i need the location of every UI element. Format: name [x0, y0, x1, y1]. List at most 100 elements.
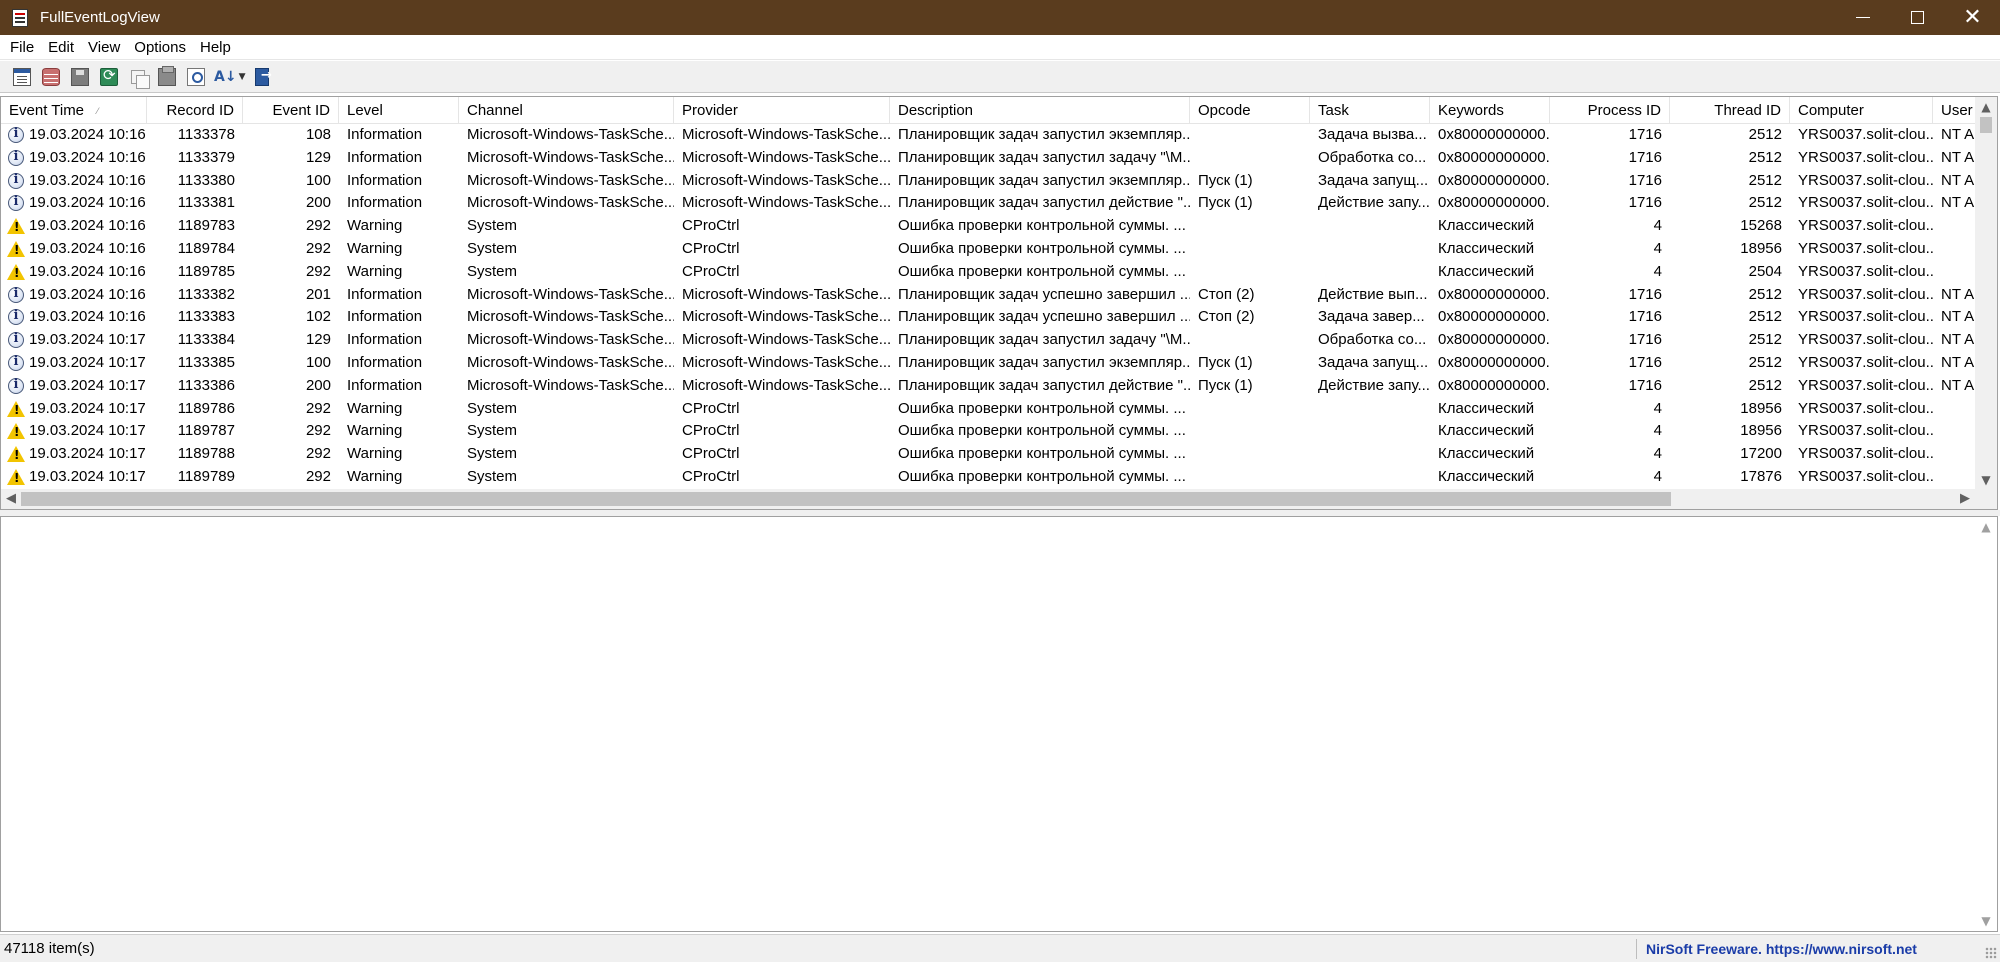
resize-grip-icon[interactable] — [1985, 947, 1997, 959]
cell-tid: 2512 — [1748, 126, 1782, 143]
column-header-time[interactable]: Event Time — [1, 97, 147, 124]
nirsoft-link[interactable]: NirSoft Freeware. https://www.nirsoft.ne… — [1646, 935, 1917, 962]
refresh-button[interactable] — [97, 65, 121, 89]
cell-pid: 1716 — [1628, 331, 1662, 349]
scroll-left-icon[interactable]: ◀ — [1, 489, 21, 509]
html-report-button[interactable] — [155, 65, 179, 89]
table-row[interactable]: 19.03.2024 10:16:...1133382201Informatio… — [1, 284, 1975, 307]
column-header-channel[interactable]: Channel — [459, 97, 674, 124]
cell-keywords: 0x80000000000... — [1438, 308, 1550, 326]
column-header-level[interactable]: Level — [339, 97, 459, 124]
vertical-scrollbar[interactable]: ▲ ▼ — [1975, 97, 1997, 490]
column-header-computer[interactable]: Computer — [1790, 97, 1933, 124]
details-scrollbar[interactable]: ▲ ▼ — [1975, 517, 1997, 931]
scroll-up-icon[interactable]: ▲ — [1975, 97, 1997, 117]
save-button[interactable] — [68, 65, 92, 89]
scroll-down-icon[interactable]: ▼ — [1975, 470, 1997, 490]
toolbar: A↓▼ — [0, 61, 2000, 93]
cell-computer: YRS0037.solit-clou... — [1798, 126, 1933, 143]
table-row[interactable]: 19.03.2024 10:17:...1133384129Informatio… — [1, 329, 1975, 352]
column-header-provider[interactable]: Provider — [674, 97, 890, 124]
column-header-eventid[interactable]: Event ID — [243, 97, 339, 124]
cell-provider: Microsoft-Windows-TaskSche... — [682, 171, 890, 189]
column-header-description[interactable]: Description — [890, 97, 1190, 124]
table-row[interactable]: 19.03.2024 10:17:...1189786292WarningSys… — [1, 398, 1975, 421]
menu-options[interactable]: Options — [127, 35, 193, 60]
cell-level: Information — [347, 308, 423, 326]
table-row[interactable]: 19.03.2024 10:16:...1133378108Informatio… — [1, 124, 1975, 147]
cell-record: 1189784 — [177, 239, 235, 257]
maximize-button[interactable] — [1890, 0, 1945, 35]
cell-eventid: 292 — [305, 422, 331, 440]
cell-provider: Microsoft-Windows-TaskSche... — [682, 331, 890, 349]
exit-button[interactable] — [250, 65, 274, 89]
cell-user: NT AU — [1941, 376, 1975, 394]
copy-button[interactable] — [126, 65, 150, 89]
information-icon — [8, 172, 24, 189]
cell-pid: 4 — [1653, 445, 1662, 463]
cell-keywords: Классический — [1438, 467, 1535, 485]
column-header-tid[interactable]: Thread ID — [1670, 97, 1790, 124]
details-pane[interactable]: ▲ ▼ — [0, 516, 1998, 932]
cell-keywords: 0x80000000000... — [1438, 194, 1550, 212]
cell-computer: YRS0037.solit-clou... — [1798, 376, 1933, 394]
cell-tid: 18956 — [1740, 239, 1782, 257]
table-row[interactable]: 19.03.2024 10:17:...1133386200Informatio… — [1, 375, 1975, 398]
select-source-button[interactable] — [39, 65, 63, 89]
cell-tid: 2512 — [1748, 171, 1782, 189]
column-header-record[interactable]: Record ID — [147, 97, 243, 124]
hscroll-thumb[interactable] — [21, 492, 1671, 506]
menu-help[interactable]: Help — [193, 35, 238, 60]
column-header-opcode[interactable]: Opcode — [1190, 97, 1310, 124]
cell-channel: Microsoft-Windows-TaskSche... — [467, 376, 674, 394]
cell-user: NT AU — [1941, 285, 1975, 303]
cell-channel: Microsoft-Windows-TaskSche... — [467, 285, 674, 303]
table-row[interactable]: 19.03.2024 10:16:...1133380100Informatio… — [1, 170, 1975, 193]
details-scroll-down-icon[interactable]: ▼ — [1975, 911, 1997, 931]
cell-description: Планировщик задач запустил действие "... — [898, 376, 1190, 394]
find-button[interactable] — [184, 65, 208, 89]
table-row[interactable]: 19.03.2024 10:17:...1189788292WarningSys… — [1, 443, 1975, 466]
cell-tid: 2512 — [1748, 148, 1782, 166]
cell-task: Действие вып... — [1318, 285, 1428, 303]
table-row[interactable]: 19.03.2024 10:17:...1189789292WarningSys… — [1, 466, 1975, 489]
column-header-keywords[interactable]: Keywords — [1430, 97, 1550, 124]
cell-channel: System — [467, 239, 518, 257]
close-button[interactable]: ✕ — [1945, 0, 2000, 35]
cell-computer: YRS0037.solit-clou... — [1798, 331, 1933, 349]
menu-file[interactable]: File — [3, 35, 41, 60]
properties-button[interactable] — [10, 65, 34, 89]
table-row[interactable]: 19.03.2024 10:17:...1189787292WarningSys… — [1, 420, 1975, 443]
table-row[interactable]: 19.03.2024 10:17:...1133385100Informatio… — [1, 352, 1975, 375]
horizontal-scrollbar[interactable]: ◀ ▶ — [1, 489, 1975, 509]
cell-pid: 1716 — [1628, 148, 1662, 166]
sort-button[interactable]: A↓ ▼ — [213, 65, 246, 89]
cell-provider: CProCtrl — [682, 217, 740, 235]
column-header-task[interactable]: Task — [1310, 97, 1430, 124]
column-headers: Event Time ⁄ Record ID Event ID Level Channel… — [1, 97, 1975, 124]
table-row[interactable]: 19.03.2024 10:16:...1189785292WarningSys… — [1, 261, 1975, 284]
table-row[interactable]: 19.03.2024 10:16:...1189783292WarningSys… — [1, 215, 1975, 238]
table-row[interactable]: 19.03.2024 10:16:...1133383102Informatio… — [1, 306, 1975, 329]
cell-user: NT AU — [1941, 194, 1975, 212]
table-row[interactable]: 19.03.2024 10:16:...1133381200Informatio… — [1, 192, 1975, 215]
table-row[interactable]: 19.03.2024 10:16:...1133379129Informatio… — [1, 147, 1975, 170]
scroll-right-icon[interactable]: ▶ — [1955, 489, 1975, 509]
menu-edit[interactable]: Edit — [41, 35, 81, 60]
cell-pid: 4 — [1653, 262, 1662, 280]
cell-computer: YRS0037.solit-clou... — [1798, 445, 1933, 463]
cell-tid: 2512 — [1748, 353, 1782, 371]
minimize-button[interactable] — [1835, 0, 1890, 35]
cell-provider: Microsoft-Windows-TaskSche... — [682, 285, 890, 303]
details-scroll-up-icon[interactable]: ▲ — [1975, 517, 1997, 537]
cell-description: Планировщик задач запустил задачу "\M... — [898, 148, 1190, 166]
event-list[interactable]: Event Time ⁄ Record ID Event ID Level Channel… — [0, 96, 1998, 510]
scroll-thumb[interactable] — [1980, 117, 1992, 133]
table-row[interactable]: 19.03.2024 10:16:...1189784292WarningSys… — [1, 238, 1975, 261]
menu-view[interactable]: View — [81, 35, 127, 60]
cell-eventid: 292 — [305, 445, 331, 463]
warning-icon — [7, 423, 25, 440]
column-header-user[interactable]: User — [1933, 97, 1975, 124]
cell-computer: YRS0037.solit-clou... — [1798, 308, 1933, 326]
column-header-pid[interactable]: Process ID — [1550, 97, 1670, 124]
